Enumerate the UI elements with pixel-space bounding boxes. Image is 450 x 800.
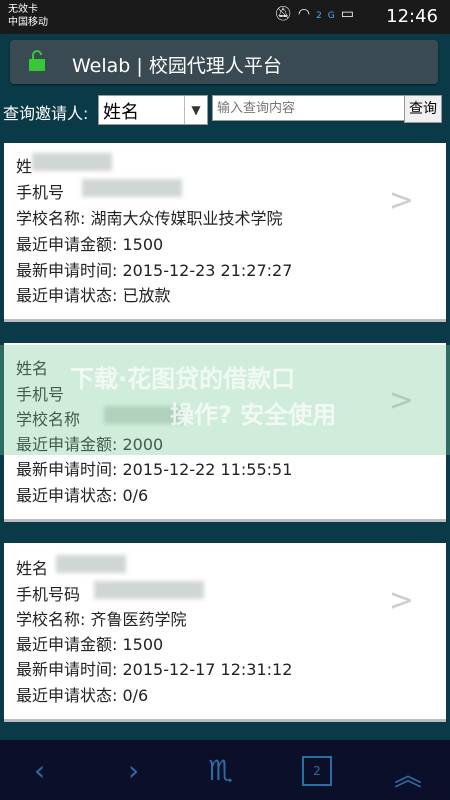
status-icons: 🔕︎◠2G▭ <box>274 6 360 22</box>
watermark-overlay: 下载·花图贷的借款口 操作? 安全使用 <box>0 345 450 455</box>
lock-icon <box>29 50 45 71</box>
network-type: 2G <box>316 11 341 21</box>
last-amount: 最近申请金额: 1500 <box>16 235 164 254</box>
last-time: 最新申请时间: 2015-12-22 11:55:51 <box>16 460 293 479</box>
mute-icon: 🔕︎ <box>274 6 298 22</box>
carrier-name: 中国移动 <box>8 17 48 28</box>
school-name: 学校名称: 湖南大众传媒职业技术学院 <box>16 209 283 228</box>
battery-icon: ▭ <box>340 6 360 22</box>
redacted-phone <box>94 581 204 599</box>
watermark-line1: 下载·花图贷的借款口 <box>70 365 296 393</box>
search-button[interactable]: 查询 <box>404 95 442 123</box>
redacted-phone <box>82 179 182 197</box>
chevron-down-icon: ▼ <box>184 96 207 124</box>
chevron-right-icon: > <box>388 583 414 618</box>
last-status: 最近申请状态: 已放款 <box>16 286 171 305</box>
last-time: 最新申请时间: 2015-12-23 21:27:27 <box>16 261 293 280</box>
tabs-icon[interactable]: 2 <box>302 756 332 786</box>
name-label: 姓 <box>16 157 33 176</box>
watermark-line2: 操作? 安全使用 <box>170 401 337 429</box>
menu-icon[interactable]: ♏︎ <box>208 754 233 787</box>
forward-icon[interactable]: › <box>128 754 139 787</box>
back-icon[interactable]: ‹ <box>34 754 45 787</box>
chevron-right-icon: > <box>388 183 414 218</box>
status-bar: 无效卡 中国移动 🔕︎◠2G▭ 12:46 <box>0 0 450 34</box>
list-item[interactable]: 姓 手机号 学校名称: 湖南大众传媒职业技术学院 最近申请金额: 1500 最新… <box>4 143 446 322</box>
last-amount: 最近申请金额: 1500 <box>16 635 164 654</box>
app-header: Welab | 校园代理人平台 <box>10 40 438 84</box>
sim-status: 无效卡 <box>8 4 38 15</box>
query-bar: 查询邀请人: 姓名 ▼ 查询 <box>0 94 450 126</box>
query-field-select[interactable]: 姓名 ▼ <box>98 95 208 125</box>
carrier-info: 无效卡 中国移动 <box>8 3 48 29</box>
clock: 12:46 <box>386 6 438 27</box>
select-value: 姓名 <box>103 102 139 123</box>
last-status: 最近申请状态: 0/6 <box>16 486 149 505</box>
query-label: 查询邀请人: <box>3 104 89 123</box>
list-item[interactable]: 姓名 手机号码 学校名称: 齐鲁医药学院 最近申请金额: 1500 最新申请时间… <box>4 543 446 722</box>
phone-label: 手机号 <box>16 183 65 202</box>
last-status: 最近申请状态: 0/6 <box>16 686 149 705</box>
watermark-text: 下载·花图贷的借款口 操作? 安全使用 <box>70 361 336 433</box>
scroll-top-icon[interactable]: ︽ <box>394 754 422 794</box>
page-title: Welab | 校园代理人平台 <box>72 55 282 77</box>
school-name: 学校名称: 齐鲁医药学院 <box>16 610 187 629</box>
last-time: 最新申请时间: 2015-12-17 12:31:12 <box>16 660 293 679</box>
bottom-nav: ‹ › ♏︎ 2 ︽ <box>0 740 450 800</box>
redacted-name <box>32 153 112 171</box>
phone-label: 手机号码 <box>16 585 81 604</box>
wifi-icon: ◠ <box>297 6 317 22</box>
name-label: 姓名 <box>16 559 49 578</box>
search-input[interactable] <box>212 95 408 121</box>
redacted-name <box>56 555 126 573</box>
